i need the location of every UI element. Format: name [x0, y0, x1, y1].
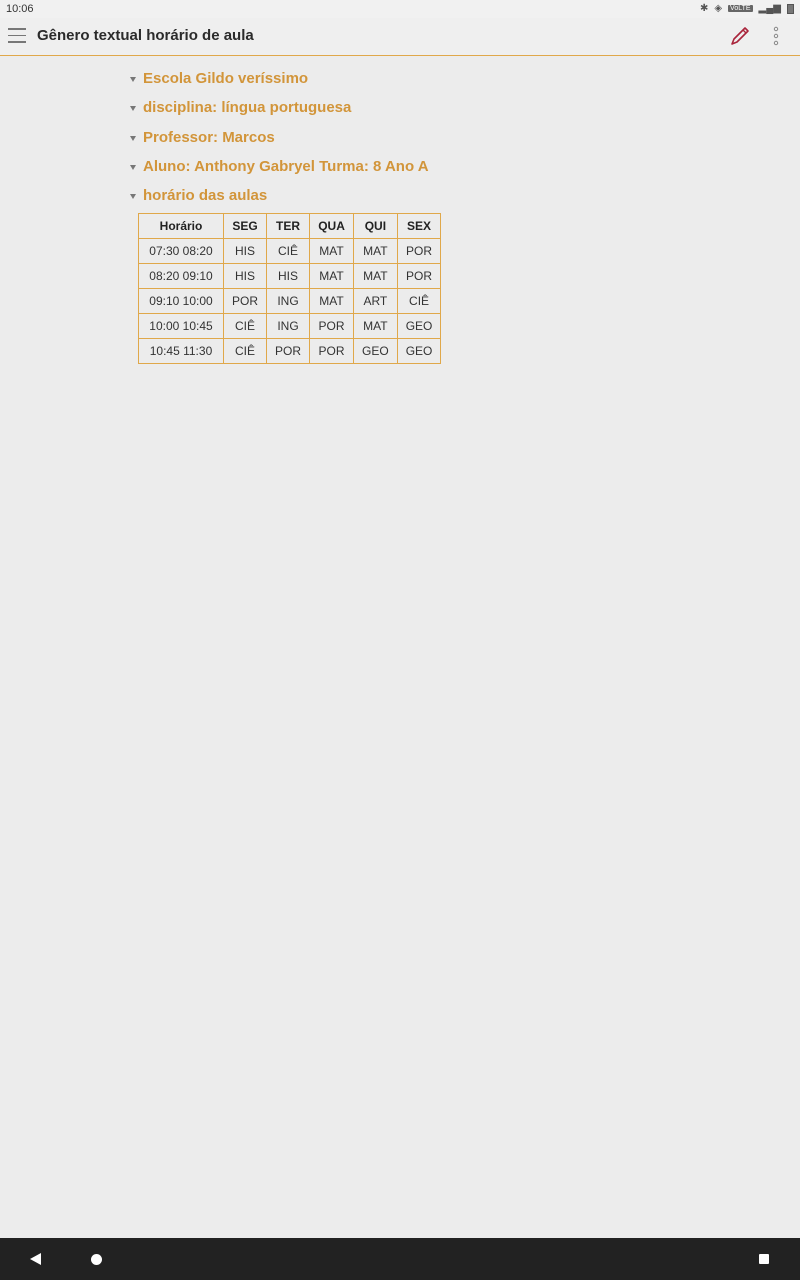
page-title: Gênero textual horário de aula [37, 27, 254, 44]
outline-item-text: Aluno: Anthony Gabryel Turma: 8 Ano A [143, 158, 429, 176]
schedule-table: Horário SEG TER QUA QUI SEX 07:30 08:20 … [138, 213, 442, 364]
table-cell: POR [309, 338, 355, 364]
table-cell: HIS [266, 263, 311, 289]
outline-item-text: Escola Gildo veríssimo [143, 70, 309, 88]
table-cell: MAT [353, 238, 398, 264]
header-cell: QUA [309, 213, 355, 239]
table-row: 09:10 10:00 POR ING MAT ART CIÊ [138, 288, 442, 314]
header-cell: QUI [353, 213, 398, 239]
table-cell: POR [309, 313, 355, 339]
table-cell: MAT [309, 263, 355, 289]
system-nav-bar [0, 1238, 800, 1280]
table-cell: MAT [309, 238, 355, 264]
status-icons: ✱ ◈ VoLTE ▂▄▆ [700, 3, 794, 14]
table-cell: CIÊ [396, 288, 442, 314]
outline-item[interactable]: Professor: Marcos [130, 123, 429, 152]
table-cell: 10:00 10:45 [138, 313, 224, 339]
table-cell: 08:20 09:10 [138, 263, 224, 289]
home-circle-icon[interactable] [91, 1254, 102, 1265]
collapse-caret-icon[interactable] [130, 135, 136, 141]
collapse-caret-icon[interactable] [130, 77, 136, 83]
outline-list: Escola Gildo veríssimo disciplina: língu… [130, 64, 429, 210]
outline-item-text: horário das aulas [143, 187, 268, 205]
table-cell: 10:45 11:30 [138, 338, 224, 364]
table-cell: ING [266, 313, 311, 339]
signal-icon: ▂▄▆ [758, 3, 781, 14]
table-cell: 07:30 08:20 [138, 238, 224, 264]
collapse-caret-icon[interactable] [130, 194, 136, 200]
vibrate-icon: ◈ [714, 3, 723, 14]
header-cell: Horário [138, 213, 224, 239]
pencil-icon[interactable] [728, 24, 752, 48]
table-cell: HIS [222, 263, 268, 289]
battery-icon [787, 3, 794, 14]
table-cell: POR [396, 263, 442, 289]
header-cell: SEX [396, 213, 442, 239]
status-time: 10:06 [6, 3, 34, 15]
table-header-row: Horário SEG TER QUA QUI SEX [138, 213, 442, 239]
status-bar: 10:06 ✱ ◈ VoLTE ▂▄▆ [0, 0, 800, 18]
table-cell: HIS [222, 238, 268, 264]
recents-square-icon[interactable] [759, 1254, 769, 1264]
table-cell: POR [266, 338, 311, 364]
table-cell: MAT [353, 313, 398, 339]
volte-icon: VoLTE [728, 5, 753, 12]
bluetooth-icon: ✱ [699, 3, 709, 14]
app-bar: Gênero textual horário de aula [0, 18, 800, 56]
table-cell: ART [353, 288, 398, 314]
table-cell: GEO [396, 338, 442, 364]
table-row: 07:30 08:20 HIS CIÊ MAT MAT POR [138, 238, 442, 264]
more-vert-icon[interactable] [768, 25, 784, 47]
outline-item-text: Professor: Marcos [143, 128, 275, 146]
table-cell: ING [266, 288, 311, 314]
collapse-caret-icon[interactable] [130, 106, 136, 112]
outline-item[interactable]: horário das aulas [130, 181, 429, 210]
table-row: 10:45 11:30 CIÊ POR POR GEO GEO [138, 338, 442, 364]
outline-item-text: disciplina: língua portuguesa [143, 99, 352, 117]
header-cell: SEG [222, 213, 268, 239]
outline-item[interactable]: Escola Gildo veríssimo [130, 64, 429, 93]
collapse-caret-icon[interactable] [130, 165, 136, 171]
table-cell: GEO [396, 313, 442, 339]
outline-item[interactable]: disciplina: língua portuguesa [130, 93, 429, 122]
table-cell: POR [396, 238, 442, 264]
table-cell: 09:10 10:00 [138, 288, 224, 314]
hamburger-menu-icon[interactable] [8, 28, 26, 44]
table-cell: GEO [353, 338, 398, 364]
table-cell: CIÊ [222, 338, 268, 364]
table-cell: CIÊ [222, 313, 268, 339]
table-row: 08:20 09:10 HIS HIS MAT MAT POR [138, 263, 442, 289]
table-cell: MAT [309, 288, 355, 314]
table-cell: POR [222, 288, 268, 314]
table-row: 10:00 10:45 CIÊ ING POR MAT GEO [138, 313, 442, 339]
table-cell: CIÊ [266, 238, 311, 264]
back-triangle-icon[interactable] [30, 1253, 41, 1265]
header-cell: TER [266, 213, 311, 239]
table-cell: MAT [353, 263, 398, 289]
outline-item[interactable]: Aluno: Anthony Gabryel Turma: 8 Ano A [130, 152, 429, 181]
